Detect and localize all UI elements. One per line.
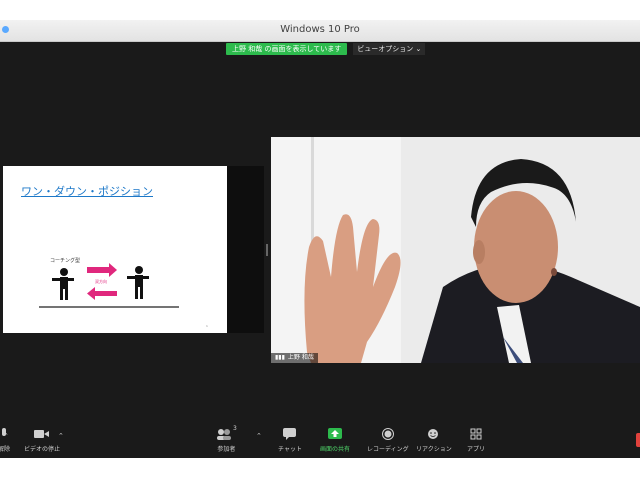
microphone-icon: [0, 425, 9, 440]
person-left-icon: [52, 268, 74, 300]
record-button[interactable]: レコーディング: [367, 425, 409, 453]
splitter-handle[interactable]: [266, 244, 268, 256]
chat-bubble-icon: [283, 425, 297, 440]
arrow-left-icon: [87, 287, 117, 300]
participants-count: 3: [233, 425, 237, 432]
person-right-icon: [127, 266, 149, 299]
chat-label: チャット: [278, 446, 302, 453]
slide-margin: [227, 166, 264, 333]
stop-video-label: ビデオの停止: [24, 446, 61, 453]
reactions-button[interactable]: リアクション: [416, 425, 452, 453]
stop-video-button[interactable]: ビデオの停止: [24, 425, 60, 453]
video-options-caret[interactable]: ⌃: [58, 432, 64, 440]
participants-label: 参加者: [217, 446, 236, 453]
shared-slide: ワン・ダウン・ポジション コーチング型 双方向 1: [3, 166, 227, 333]
signal-icon: ▮▮▮: [275, 354, 285, 361]
reaction-smiley-icon: [427, 425, 440, 440]
participant-name: 上野 和哉: [287, 354, 314, 361]
apps-label: アプリ: [467, 446, 486, 453]
window-title: Windows 10 Pro: [280, 24, 360, 35]
meeting-toolbar: ⌃ 解除 ビデオの停止 ⌃ 3 参加者 ⌃ チャット 画面の共有 レコーディング…: [0, 425, 640, 458]
arrow-right-icon: [87, 263, 117, 277]
record-label: レコーディング: [367, 446, 409, 453]
leave-button[interactable]: [636, 433, 640, 447]
share-screen-icon: [328, 425, 342, 440]
apps-icon: [470, 425, 482, 440]
chat-button[interactable]: チャット: [278, 425, 302, 453]
sharing-status-badge: 上野 和哉 の画面を表示しています: [226, 43, 348, 55]
apps-button[interactable]: アプリ: [467, 425, 485, 453]
mute-button[interactable]: 解除: [0, 425, 10, 453]
participant-name-tag: ▮▮▮ 上野 和哉: [271, 353, 318, 363]
speaker-video-frame: [271, 137, 640, 363]
participants-icon: 3: [216, 425, 237, 440]
share-banner: 上野 和哉 の画面を表示しています ビューオプション ⌄: [226, 43, 426, 55]
slide-diagram: [39, 263, 179, 308]
participants-button[interactable]: 3 参加者: [216, 425, 237, 453]
video-camera-icon: [34, 425, 50, 440]
title-bar: Windows 10 Pro: [0, 20, 640, 42]
participants-options-caret[interactable]: ⌃: [256, 432, 262, 440]
view-options-button[interactable]: ビューオプション ⌄: [353, 43, 426, 55]
reactions-label: リアクション: [416, 446, 452, 453]
speaker-video: ▮▮▮ 上野 和哉: [271, 137, 640, 363]
share-screen-label: 画面の共有: [320, 446, 351, 453]
mute-label: 解除: [0, 446, 11, 453]
record-icon: [381, 425, 394, 440]
share-screen-button[interactable]: 画面の共有: [320, 425, 350, 453]
